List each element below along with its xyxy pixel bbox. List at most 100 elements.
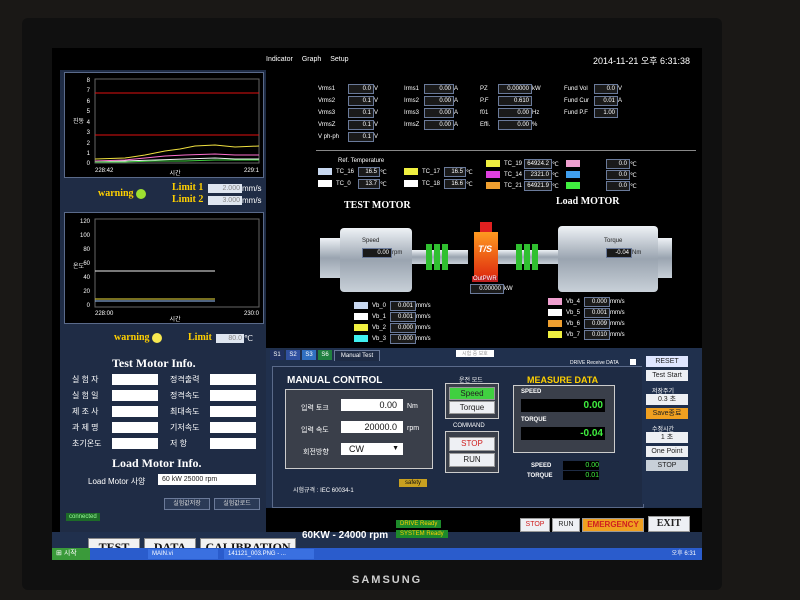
load-coupling — [532, 244, 538, 270]
direction-select[interactable]: CW ▼ — [341, 443, 403, 455]
vrms1-value: 0.0 — [348, 84, 374, 94]
vrms3-value: 0.1 — [348, 108, 374, 118]
tab-graph[interactable]: Graph — [302, 56, 321, 63]
vb3-value: 0.000 — [390, 334, 416, 344]
input-speed-field[interactable]: 20000.0 — [341, 421, 403, 433]
field-input[interactable] — [210, 422, 256, 433]
tab-s3[interactable]: S3 — [302, 350, 316, 360]
field-input[interactable] — [210, 406, 256, 417]
taskbar-item-main[interactable]: MAIN.vi — [148, 549, 218, 559]
footer-run-button[interactable]: RUN — [552, 518, 580, 532]
tc14-swatch — [486, 171, 500, 178]
input-torque-field[interactable]: 0.00 — [341, 399, 403, 411]
limit1-input[interactable]: 2.000 — [208, 184, 242, 193]
limit-input[interactable]: 80.0 — [216, 334, 244, 343]
field-input[interactable] — [210, 438, 256, 449]
vb3-swatch — [354, 335, 368, 342]
torque-mode-button[interactable]: Torque — [449, 401, 495, 414]
limit2-input[interactable]: 3.000 — [208, 196, 242, 205]
test-start-button[interactable]: Test Start — [646, 370, 688, 381]
vrmsz-unit: V — [374, 122, 379, 128]
drive-receive-checkbox[interactable] — [630, 359, 636, 365]
fund-pf-label: Fund P.F — [564, 110, 588, 116]
load-motor-endcap — [658, 238, 672, 278]
one-point-button[interactable]: One Point — [646, 446, 688, 457]
tab-indicator[interactable]: Indicator — [266, 56, 293, 63]
vb1-value: 0.001 — [390, 312, 416, 322]
tc16-unit: ℃ — [380, 170, 387, 176]
f01-unit: Hz — [532, 110, 540, 116]
measure-time-select[interactable]: 1 초 — [646, 432, 688, 443]
field-input[interactable] — [210, 390, 256, 401]
speed-label: Speed — [362, 238, 380, 244]
f01-value: 0.00 — [498, 108, 532, 118]
torque-sensor — [474, 232, 498, 276]
irms1-label: Irms1 — [404, 86, 419, 92]
irms3-label: Irms3 — [404, 110, 419, 116]
tc14-label: TC_14 — [504, 172, 523, 178]
direction-label: 회전방향 — [303, 449, 329, 456]
emergency-button[interactable]: EMERGENCY — [582, 518, 644, 532]
input-speed-unit: rpm — [407, 425, 420, 432]
command-run-button[interactable]: RUN — [449, 453, 495, 467]
tab-manual-test[interactable]: Manual Test — [334, 350, 380, 361]
command-stop-button[interactable]: STOP — [449, 437, 495, 451]
vb5-label: Vb_5 — [566, 310, 581, 316]
fund-pf-value: 1.00 — [594, 108, 618, 118]
save-stop-button[interactable]: Save종료 — [646, 408, 688, 419]
clock: 오후 6:31 — [671, 551, 696, 557]
x-end-label: 230:0 — [244, 311, 260, 317]
field-input[interactable] — [112, 374, 158, 385]
field-input[interactable] — [112, 438, 158, 449]
start-label: 시작 — [63, 550, 77, 557]
footer-stop-button[interactable]: STOP — [520, 518, 550, 532]
safety-indicator: safety — [399, 479, 428, 487]
start-button[interactable]: ⊞ 시작 — [52, 548, 90, 560]
windows-icon: ⊞ — [56, 550, 62, 557]
irms3-unit: A — [454, 110, 459, 116]
measure-data-title: MEASURE DATA — [527, 375, 599, 385]
measure-speed-value: 0.00 — [521, 399, 605, 412]
speed-mode-button[interactable]: Speed — [449, 387, 495, 400]
load-values-button[interactable]: 실험값로드 — [214, 498, 260, 510]
temperature-chart: 120 100 80 60 40 20 0 온도 228:00 230:0 시간 — [64, 212, 264, 324]
tc18-swatch — [404, 180, 418, 187]
tab-s1[interactable]: S1 — [270, 350, 284, 360]
save-values-button[interactable]: 실험값저장 — [164, 498, 210, 510]
y-axis-label: 진동 — [73, 117, 85, 125]
stop-button[interactable]: STOP — [646, 460, 688, 471]
header: Indicator Graph Setup 2014-11-21 오후 6:31… — [52, 48, 702, 68]
tab-setup[interactable]: Setup — [330, 56, 348, 63]
measure-speed-label: SPEED — [521, 389, 542, 395]
spec-text: 60KW - 24000 rpm — [302, 530, 389, 541]
input-torque-unit: Nm — [407, 403, 418, 410]
vb2-label: Vb_2 — [372, 325, 387, 331]
input-speed-label: 입력 속도 — [301, 427, 329, 434]
field-input[interactable] — [112, 390, 158, 401]
tab-s2[interactable]: S2 — [286, 350, 300, 360]
ytick: 6 — [87, 99, 91, 105]
field-label: 저 항 — [170, 439, 187, 448]
ytick: 8 — [87, 78, 91, 84]
vb1-unit: mm/s — [416, 314, 431, 320]
vrms3-label: Vrms3 — [318, 110, 336, 116]
field-input[interactable] — [210, 374, 256, 385]
load-motor-spec-input[interactable]: 60 kW 25000 rpm — [158, 474, 256, 485]
x-start-label: 228:00 — [95, 311, 114, 317]
x-end-label: 229:1 — [244, 168, 260, 174]
save-period-select[interactable]: 0.3 초 — [646, 394, 688, 405]
taskbar-item-png[interactable]: 141121_003.PNG - ... — [224, 549, 314, 559]
outpwr-label: OutPWR — [472, 276, 498, 282]
reset-button[interactable]: RESET — [646, 356, 688, 367]
test-motor-endcap — [320, 238, 340, 278]
exit-button[interactable]: EXIT — [648, 516, 690, 532]
field-input[interactable] — [112, 422, 158, 433]
vb5-value: 0.001 — [584, 308, 610, 318]
tab-s6[interactable]: S6 — [318, 350, 332, 360]
tc17-unit: ℃ — [466, 170, 473, 176]
screen: Indicator Graph Setup 2014-11-21 오후 6:31… — [52, 48, 702, 560]
field-input[interactable] — [112, 406, 158, 417]
torque-sensor-label: T/S — [478, 244, 493, 254]
vb2-swatch — [354, 324, 368, 331]
test-coupling — [442, 244, 448, 270]
